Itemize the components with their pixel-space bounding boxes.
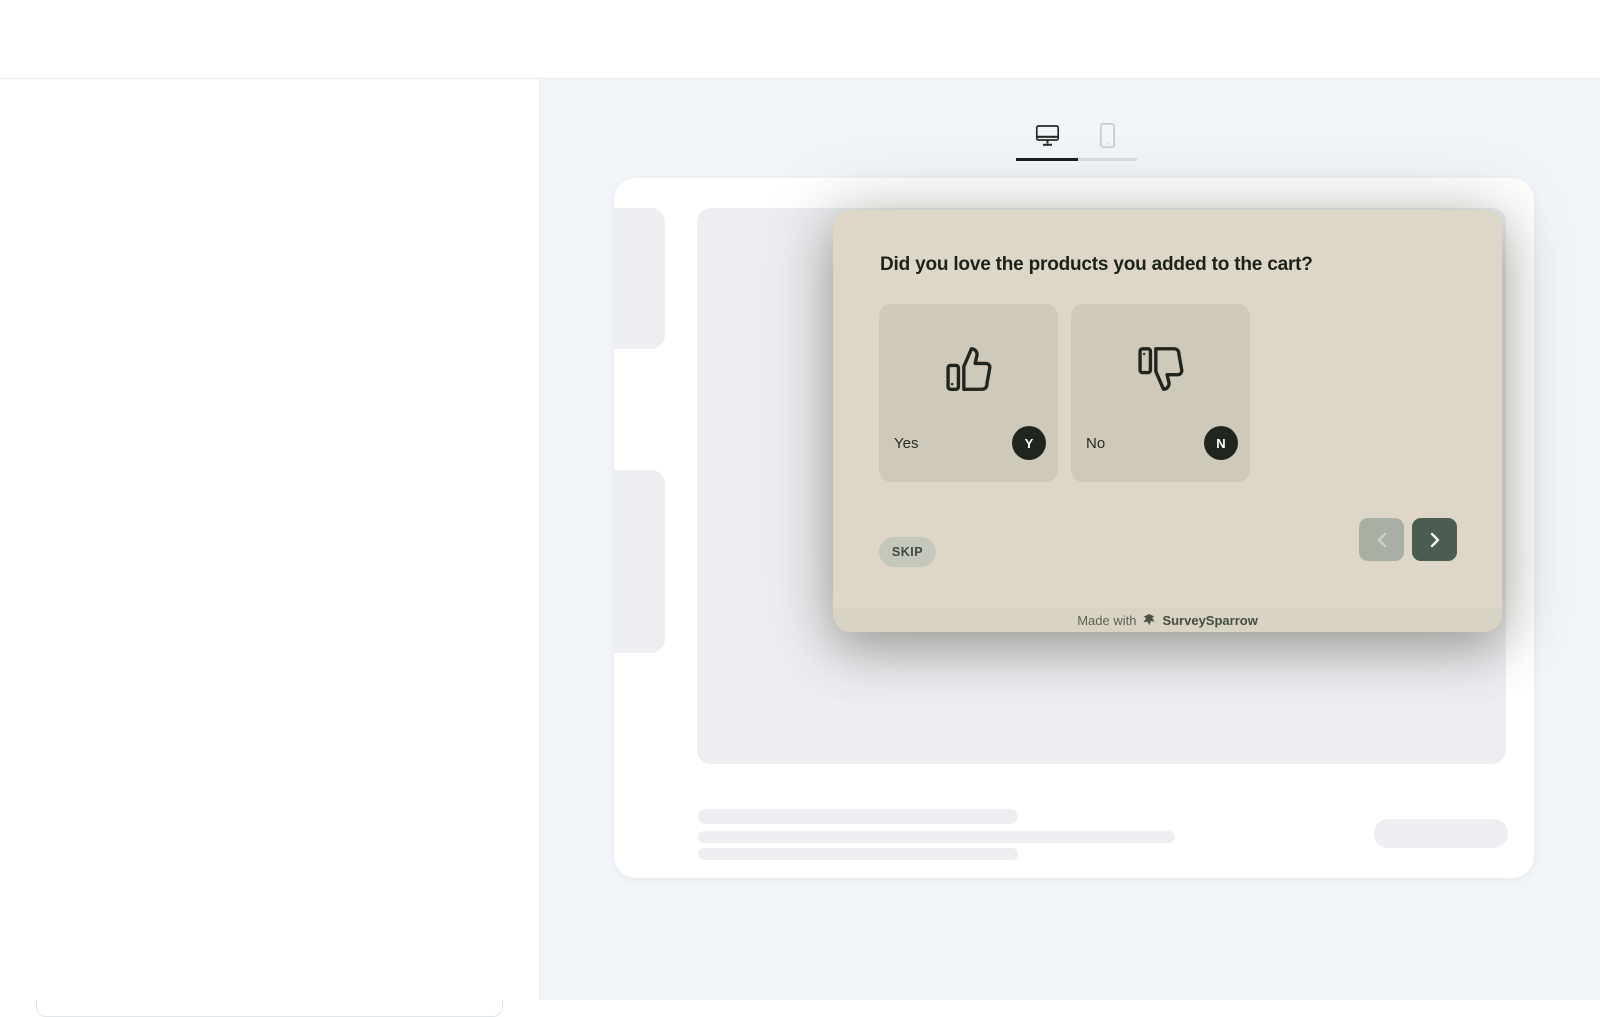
option-shortcut-badge: N [1204, 426, 1238, 460]
skip-button[interactable]: SKIP [879, 537, 936, 567]
sparrow-logo-icon [1142, 613, 1156, 627]
previous-question-button[interactable] [1359, 518, 1404, 561]
option-shortcut-badge: Y [1012, 426, 1046, 460]
device-toggle-desktop[interactable] [1016, 112, 1078, 161]
option-label: Yes [894, 435, 918, 452]
option-label: No [1086, 435, 1105, 452]
skeleton-text-bar [1374, 819, 1508, 848]
appearance-sidebar [0, 79, 540, 1000]
device-toggle-mobile[interactable] [1078, 112, 1137, 161]
branding-prefix: Made with [1077, 613, 1136, 628]
survey-option-no[interactable]: No N [1071, 304, 1250, 482]
survey-option-yes[interactable]: Yes Y [879, 304, 1058, 482]
skeleton-block [614, 208, 665, 349]
chevron-left-icon [1376, 532, 1388, 548]
mobile-phone-icon [1099, 122, 1116, 149]
chevron-right-icon [1429, 532, 1441, 548]
next-question-button[interactable] [1412, 518, 1457, 561]
desktop-monitor-icon [1035, 124, 1060, 147]
branding-brand: SurveySparrow [1162, 613, 1257, 628]
skeleton-block [614, 470, 665, 653]
survey-question: Did you love the products you added to t… [880, 254, 1470, 276]
app-header [0, 0, 1600, 79]
skeleton-text-bar [698, 848, 1018, 860]
survey-preview-card: Did you love the products you added to t… [833, 210, 1502, 632]
skeleton-text-bar [698, 809, 1018, 824]
thumbs-down-icon [1134, 342, 1188, 396]
skeleton-text-bar [698, 831, 1175, 843]
branding-footer[interactable]: Made with SurveySparrow [833, 608, 1502, 632]
thumbs-up-icon [942, 342, 996, 396]
